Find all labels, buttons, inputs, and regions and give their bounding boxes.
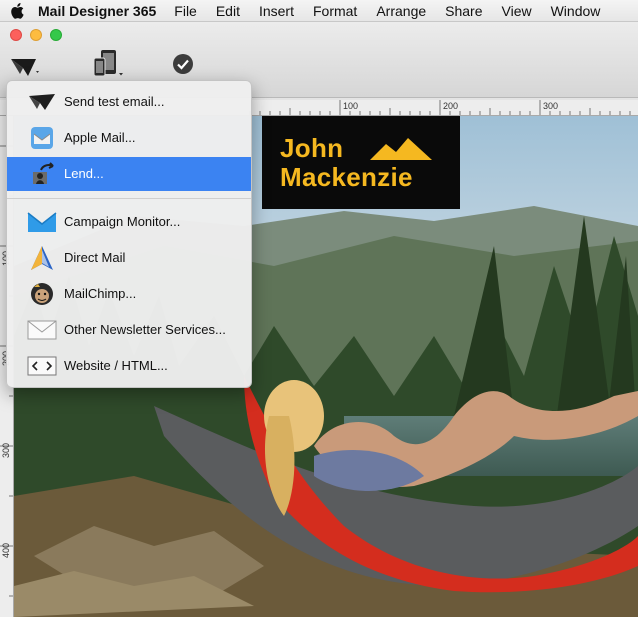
menu-item-label: Lend... <box>64 166 104 181</box>
ruler-label-top: 200 <box>443 101 459 111</box>
menu-item-apple-mail[interactable]: Apple Mail... <box>7 121 251 155</box>
apple-mail-icon <box>27 126 57 150</box>
logo-block[interactable]: John Mackenzie <box>262 116 460 209</box>
envelope-icon <box>27 318 57 342</box>
menu-item-label: Other Newsletter Services... <box>64 322 226 337</box>
menu-bar: Mail Designer 365 File Edit Insert Forma… <box>0 0 638 22</box>
menu-window[interactable]: Window <box>551 3 601 19</box>
direct-mail-icon <box>27 246 57 270</box>
menu-format[interactable]: Format <box>313 3 357 19</box>
menu-separator <box>7 198 251 199</box>
menu-item-other-newsletter-services[interactable]: Other Newsletter Services... <box>7 313 251 347</box>
send-toolbar-button[interactable] <box>8 54 42 80</box>
menu-item-lend[interactable]: Lend... <box>7 157 251 191</box>
check-button[interactable] <box>172 53 194 75</box>
ruler-label-top: 300 <box>543 101 559 111</box>
device-preview-button[interactable] <box>92 49 126 81</box>
zoom-window-button[interactable] <box>50 29 62 41</box>
menu-share[interactable]: Share <box>445 3 482 19</box>
mailchimp-icon <box>27 282 57 306</box>
paper-plane-icon <box>11 59 39 76</box>
menu-item-direct-mail[interactable]: Direct Mail <box>7 241 251 275</box>
apple-menu-icon[interactable] <box>0 0 34 21</box>
menu-item-label: Apple Mail... <box>64 130 136 145</box>
ruler-label-left: 400 <box>1 542 11 558</box>
menu-insert[interactable]: Insert <box>259 3 294 19</box>
menu-item-website-html[interactable]: Website / HTML... <box>7 349 251 383</box>
menu-item-label: Send test email... <box>64 94 165 109</box>
close-window-button[interactable] <box>10 29 22 41</box>
menu-item-send-test-email[interactable]: Send test email... <box>7 85 251 119</box>
menu-app-name[interactable]: Mail Designer 365 <box>38 3 156 19</box>
menu-item-label: Campaign Monitor... <box>64 214 181 229</box>
menu-item-mailchimp[interactable]: MailChimp... <box>7 277 251 311</box>
ruler-label-left: 300 <box>1 442 11 458</box>
checkmark-icon <box>173 54 193 74</box>
code-icon <box>27 354 57 378</box>
menu-item-label: Direct Mail <box>64 250 126 265</box>
menu-item-label: Website / HTML... <box>64 358 168 373</box>
menu-item-campaign-monitor[interactable]: Campaign Monitor... <box>7 205 251 239</box>
campaign-monitor-icon <box>27 210 57 234</box>
devices-icon <box>93 50 123 77</box>
menu-arrange[interactable]: Arrange <box>376 3 426 19</box>
mountain-logo-icon <box>370 138 432 160</box>
send-dropdown-menu: Send test email... Apple Mail... Lend...… <box>6 80 252 388</box>
menu-file[interactable]: File <box>174 3 197 19</box>
paper-plane-icon <box>27 90 57 114</box>
menu-edit[interactable]: Edit <box>216 3 240 19</box>
logo-line-2: Mackenzie <box>280 162 413 192</box>
minimize-window-button[interactable] <box>30 29 42 41</box>
lend-icon <box>27 162 57 186</box>
ruler-label-top: 100 <box>343 101 359 111</box>
menu-view[interactable]: View <box>502 3 532 19</box>
menu-item-label: MailChimp... <box>64 286 137 301</box>
